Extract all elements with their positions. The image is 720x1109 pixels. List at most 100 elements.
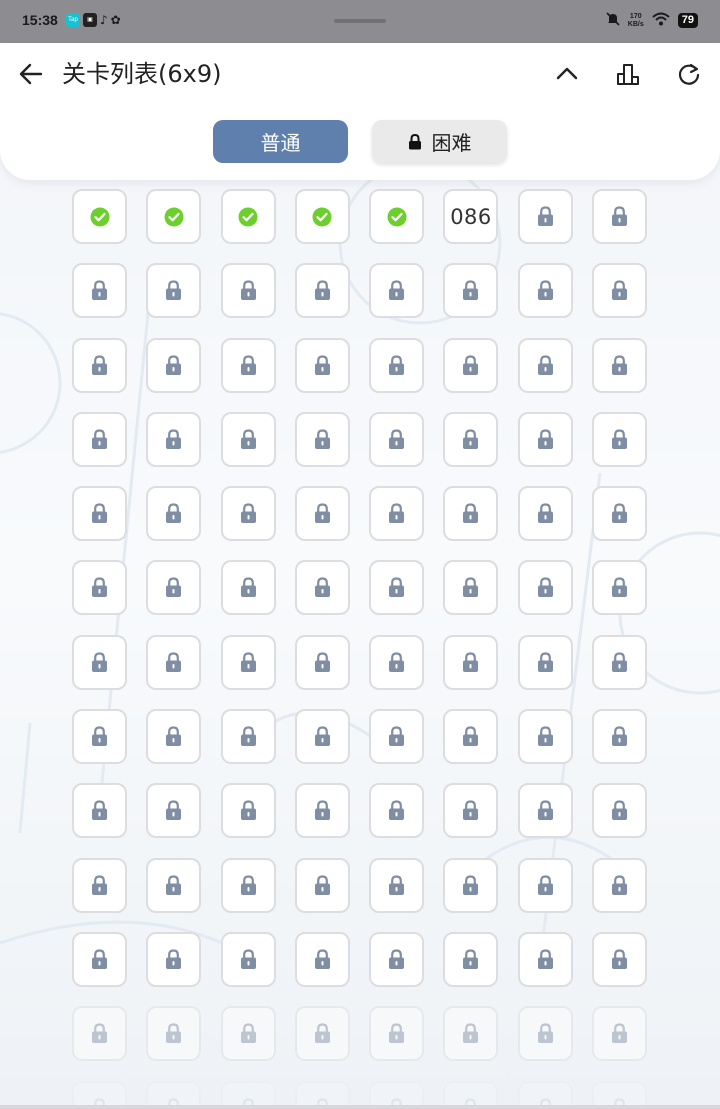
level-cell-locked[interactable] xyxy=(220,337,276,393)
level-cell-locked[interactable] xyxy=(592,560,648,616)
level-cell-locked[interactable] xyxy=(592,189,648,244)
level-cell-locked[interactable] xyxy=(369,486,425,542)
level-cell-locked[interactable] xyxy=(220,634,276,690)
level-cell-locked[interactable] xyxy=(592,709,648,765)
level-cell-locked[interactable] xyxy=(146,857,202,913)
level-cell-locked[interactable] xyxy=(592,857,648,913)
level-cell-completed[interactable] xyxy=(72,189,127,244)
level-cell-locked[interactable] xyxy=(517,337,573,393)
level-cell-locked[interactable] xyxy=(443,857,499,913)
level-cell-locked[interactable] xyxy=(443,1006,499,1062)
level-cell-locked[interactable] xyxy=(146,783,202,839)
level-cell-locked[interactable] xyxy=(369,709,425,765)
level-cell-locked[interactable] xyxy=(72,709,127,765)
ranking-button[interactable] xyxy=(611,57,645,91)
level-cell-locked[interactable] xyxy=(443,411,499,467)
level-cell-locked[interactable] xyxy=(146,411,202,467)
level-cell-locked[interactable] xyxy=(220,486,276,542)
level-cell-locked[interactable] xyxy=(517,263,573,319)
level-cell-locked[interactable] xyxy=(72,263,127,319)
level-cell-locked[interactable] xyxy=(72,634,127,690)
level-cell-locked[interactable] xyxy=(146,634,202,690)
tab-normal[interactable]: 普通 xyxy=(213,120,348,163)
level-cell-locked[interactable] xyxy=(592,634,648,690)
level-cell-locked[interactable] xyxy=(369,411,425,467)
level-cell-locked[interactable] xyxy=(146,486,202,542)
level-cell-locked[interactable] xyxy=(220,560,276,616)
level-cell-locked[interactable] xyxy=(369,560,425,616)
level-cell-locked[interactable] xyxy=(369,337,425,393)
back-button[interactable] xyxy=(14,57,48,91)
level-cell-locked[interactable] xyxy=(592,783,648,839)
level-cell-locked[interactable] xyxy=(146,263,202,319)
level-cell-locked[interactable] xyxy=(443,634,499,690)
level-cell-locked[interactable] xyxy=(592,1006,648,1062)
level-cell-locked[interactable] xyxy=(220,1006,276,1062)
level-cell-locked[interactable] xyxy=(517,783,573,839)
level-cell-locked[interactable] xyxy=(517,189,573,244)
level-cell-locked[interactable] xyxy=(443,931,499,987)
level-cell-locked[interactable] xyxy=(220,783,276,839)
level-cell-locked[interactable] xyxy=(294,411,350,467)
level-cell-locked[interactable] xyxy=(220,857,276,913)
level-cell-locked[interactable] xyxy=(72,560,127,616)
level-cell-completed[interactable] xyxy=(146,189,202,244)
level-cell-locked[interactable] xyxy=(72,857,127,913)
level-cell-locked[interactable] xyxy=(517,486,573,542)
level-cell-locked[interactable] xyxy=(369,634,425,690)
level-cell-locked[interactable] xyxy=(517,411,573,467)
level-cell-locked[interactable] xyxy=(592,486,648,542)
level-cell-locked[interactable] xyxy=(592,411,648,467)
level-cell-locked[interactable] xyxy=(220,709,276,765)
level-cell-completed[interactable] xyxy=(369,189,425,244)
level-cell-locked[interactable] xyxy=(294,263,350,319)
level-cell-locked[interactable] xyxy=(443,709,499,765)
level-cell-locked[interactable] xyxy=(592,337,648,393)
refresh-button[interactable] xyxy=(672,57,706,91)
level-cell-locked[interactable] xyxy=(294,857,350,913)
level-cell-locked[interactable] xyxy=(369,783,425,839)
level-cell-completed[interactable] xyxy=(220,189,276,244)
level-cell-locked[interactable] xyxy=(146,560,202,616)
level-cell-locked[interactable] xyxy=(220,263,276,319)
level-cell-locked[interactable] xyxy=(592,263,648,319)
level-cell-locked[interactable] xyxy=(369,263,425,319)
level-cell-locked[interactable] xyxy=(146,931,202,987)
level-cell-locked[interactable] xyxy=(72,486,127,542)
level-cell-locked[interactable] xyxy=(443,486,499,542)
level-cell-locked[interactable] xyxy=(517,857,573,913)
level-cell-locked[interactable] xyxy=(72,783,127,839)
level-cell-locked[interactable] xyxy=(517,709,573,765)
level-cell-completed[interactable] xyxy=(294,189,350,244)
level-cell-current[interactable]: 086 xyxy=(443,189,499,244)
level-cell-locked[interactable] xyxy=(517,560,573,616)
level-cell-locked[interactable] xyxy=(294,634,350,690)
level-cell-locked[interactable] xyxy=(294,486,350,542)
level-cell-locked[interactable] xyxy=(294,709,350,765)
level-cell-locked[interactable] xyxy=(220,931,276,987)
level-cell-locked[interactable] xyxy=(146,1006,202,1062)
level-cell-locked[interactable] xyxy=(294,1006,350,1062)
level-cell-locked[interactable] xyxy=(72,411,127,467)
level-cell-locked[interactable] xyxy=(592,931,648,987)
level-cell-locked[interactable] xyxy=(369,857,425,913)
level-cell-locked[interactable] xyxy=(146,709,202,765)
level-cell-locked[interactable] xyxy=(369,931,425,987)
collapse-button[interactable] xyxy=(550,57,584,91)
level-cell-locked[interactable] xyxy=(72,1006,127,1062)
window-drag-handle[interactable] xyxy=(334,19,386,23)
level-cell-locked[interactable] xyxy=(294,337,350,393)
level-cell-locked[interactable] xyxy=(517,634,573,690)
level-cell-locked[interactable] xyxy=(72,931,127,987)
level-cell-locked[interactable] xyxy=(517,1006,573,1062)
level-cell-locked[interactable] xyxy=(220,411,276,467)
tab-hard[interactable]: 困难 xyxy=(372,120,507,163)
level-cell-locked[interactable] xyxy=(443,560,499,616)
level-cell-locked[interactable] xyxy=(443,337,499,393)
level-cell-locked[interactable] xyxy=(443,783,499,839)
level-cell-locked[interactable] xyxy=(517,931,573,987)
level-cell-locked[interactable] xyxy=(443,263,499,319)
level-cell-locked[interactable] xyxy=(294,783,350,839)
level-cell-locked[interactable] xyxy=(146,337,202,393)
level-cell-locked[interactable] xyxy=(294,560,350,616)
